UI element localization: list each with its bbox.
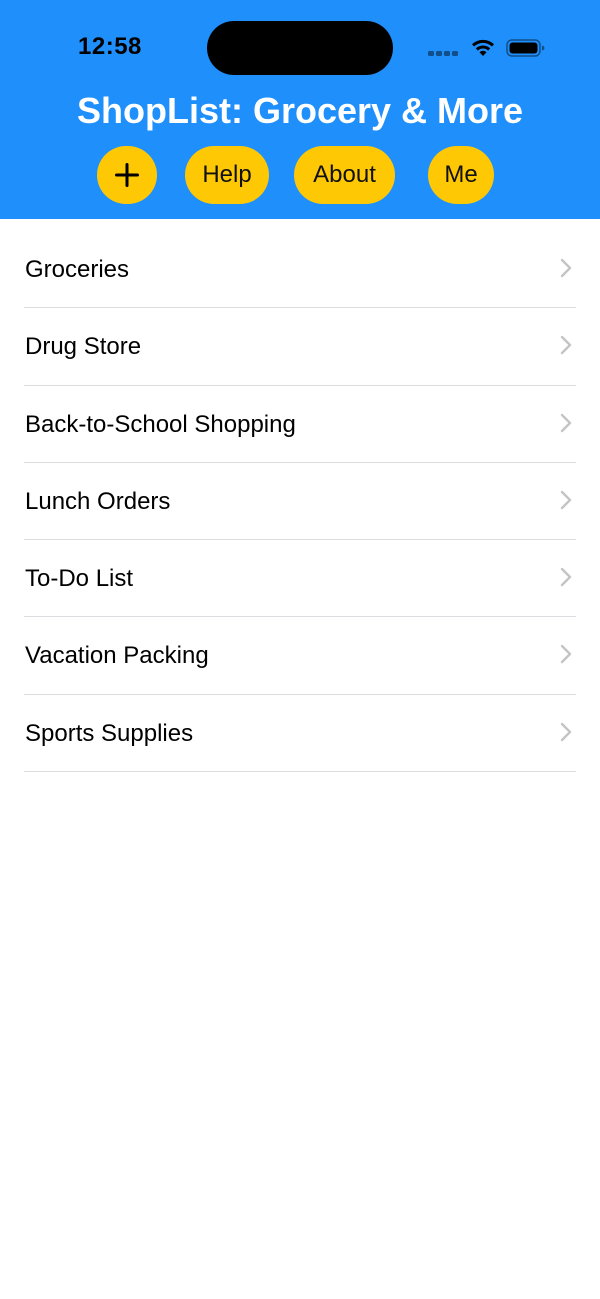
list-item-label: Vacation Packing bbox=[25, 642, 209, 670]
add-list-button[interactable] bbox=[97, 146, 157, 204]
shopping-lists: Groceries Drug Store Back-to-School Shop… bbox=[0, 231, 600, 773]
list-item-label: Lunch Orders bbox=[25, 487, 171, 515]
app-title: ShopList: Grocery & More bbox=[76, 90, 524, 131]
battery-icon bbox=[506, 39, 545, 57]
app-header: 12:58 ShopList: Grocery & More Help Abou… bbox=[0, 0, 600, 219]
chevron-right-icon bbox=[560, 336, 572, 355]
list-item-groceries[interactable]: Groceries bbox=[24, 231, 576, 309]
list-item-label: Drug Store bbox=[25, 333, 142, 361]
about-button[interactable]: About bbox=[294, 146, 395, 204]
chevron-right-icon bbox=[560, 722, 572, 741]
chevron-right-icon bbox=[560, 258, 572, 278]
list-item-lunch-orders[interactable]: Lunch Orders bbox=[24, 463, 576, 541]
chevron-right-icon bbox=[560, 490, 572, 510]
me-button[interactable]: Me bbox=[428, 146, 494, 204]
status-time: 12:58 bbox=[78, 33, 142, 60]
list-item-sports-supplies[interactable]: Sports Supplies bbox=[24, 695, 576, 773]
list-item-label: Back-to-School Shopping bbox=[25, 410, 296, 438]
help-button[interactable]: Help bbox=[185, 146, 269, 204]
list-item-label: Sports Supplies bbox=[25, 719, 194, 747]
list-item-back-to-school[interactable]: Back-to-School Shopping bbox=[24, 386, 576, 463]
plus-icon bbox=[115, 163, 139, 187]
cellular-signal-icon bbox=[428, 46, 462, 56]
chevron-right-icon bbox=[560, 413, 572, 432]
dynamic-island bbox=[207, 21, 393, 75]
chevron-right-icon bbox=[560, 645, 572, 664]
wifi-icon bbox=[472, 39, 494, 56]
list-item-label: Groceries bbox=[25, 256, 130, 283]
chevron-right-icon bbox=[560, 567, 572, 587]
list-item-drug-store[interactable]: Drug Store bbox=[24, 308, 576, 386]
list-item-label: To-Do List bbox=[25, 565, 134, 593]
list-item-to-do[interactable]: To-Do List bbox=[24, 540, 576, 618]
list-item-vacation-packing[interactable]: Vacation Packing bbox=[24, 617, 576, 695]
